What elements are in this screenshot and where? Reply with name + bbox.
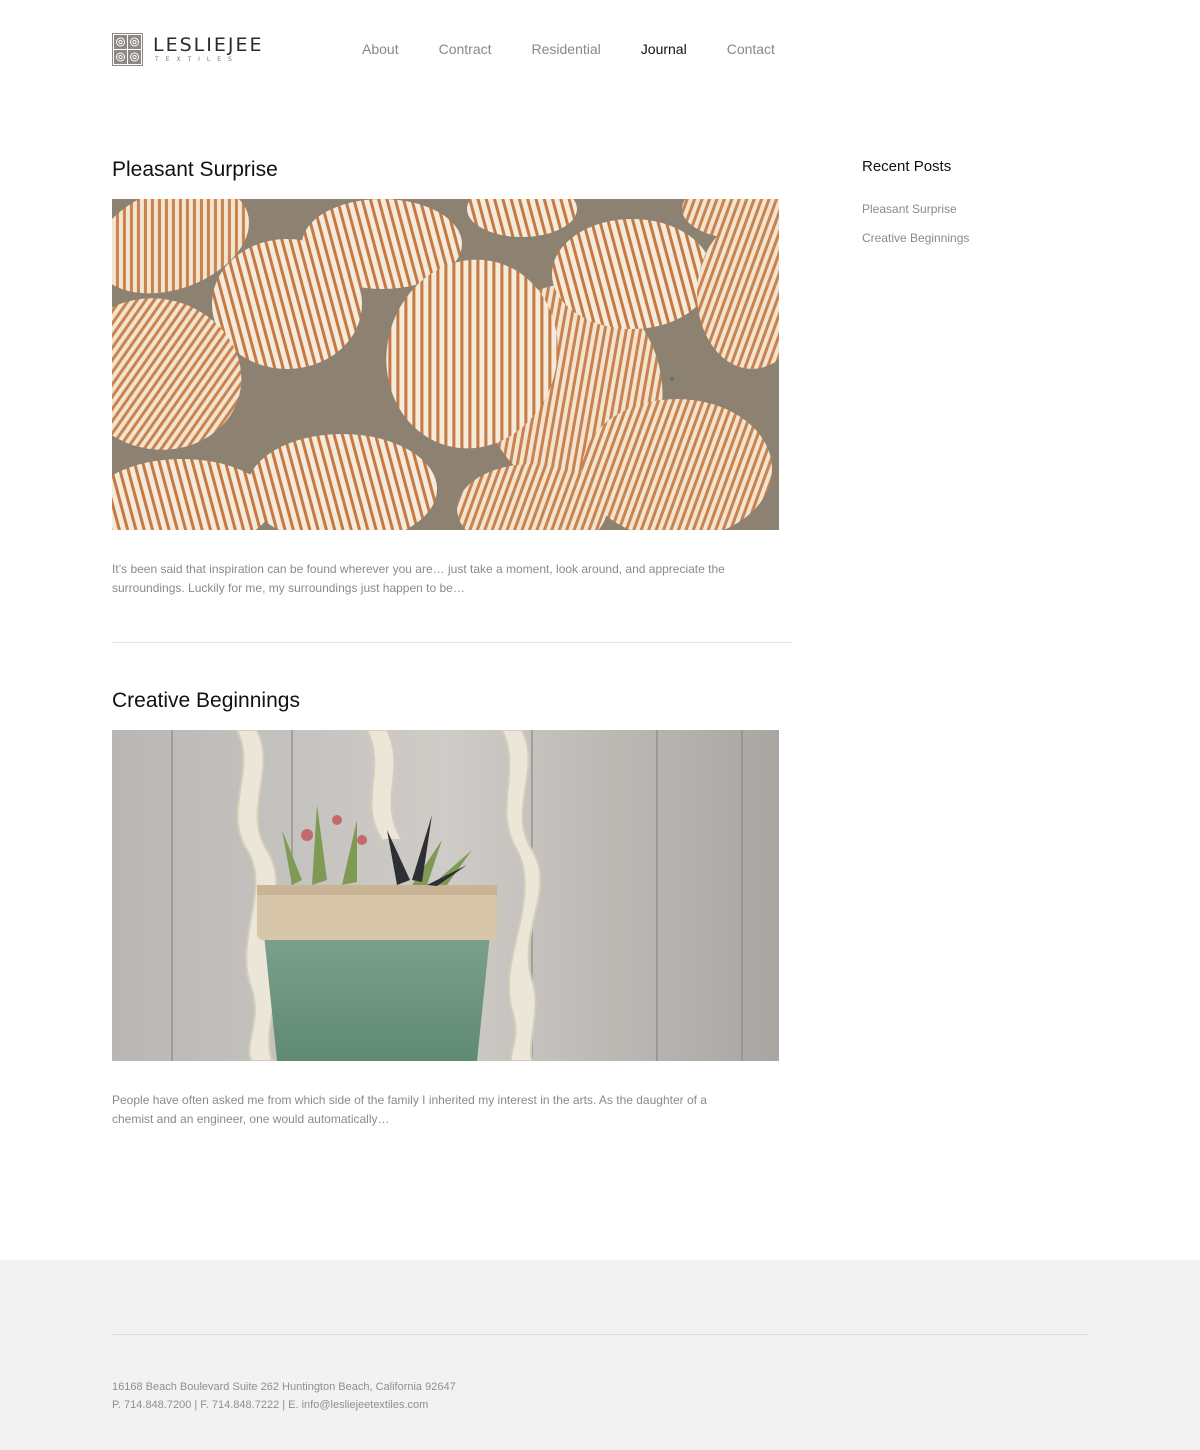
nav-item-contract[interactable]: Contract	[439, 40, 492, 58]
nav-item-contact[interactable]: Contact	[727, 40, 775, 58]
post-divider	[112, 642, 792, 643]
post-image-seashells[interactable]	[112, 199, 779, 530]
site-footer: 16168 Beach Boulevard Suite 262 Huntingt…	[0, 1260, 1200, 1450]
post-excerpt: People have often asked me from which si…	[112, 1091, 792, 1129]
footer-contact: P. 714.848.7200 | F. 714.848.7222 | E. i…	[112, 1399, 429, 1411]
logo-subtitle: TEXTILES	[155, 56, 239, 63]
post-excerpt-line: People have often asked me from which si…	[112, 1093, 707, 1107]
recent-post-link[interactable]: Pleasant Surprise	[862, 202, 957, 216]
post-title[interactable]: Creative Beginnings	[112, 688, 792, 714]
logo-name: LESLIEJEE	[153, 34, 264, 56]
footer-info: 16168 Beach Boulevard Suite 262 Huntingt…	[112, 1378, 456, 1414]
list-item: Creative Beginnings	[862, 228, 1092, 248]
nav-item-about[interactable]: About	[362, 40, 399, 58]
main-nav: About Contract Residential Journal Conta…	[362, 40, 815, 58]
footer-divider	[112, 1334, 1088, 1335]
post-image-macrame-plant[interactable]	[112, 730, 779, 1061]
post-entry: Pleasant Surprise It’s been said that in…	[112, 157, 792, 598]
recent-posts-heading: Recent Posts	[862, 158, 952, 175]
post-title[interactable]: Pleasant Surprise	[112, 157, 792, 183]
post-excerpt-line: chemist and an engineer, one would autom…	[112, 1112, 390, 1126]
sidebar: Recent Posts Pleasant Surprise Creative …	[862, 157, 1092, 257]
post-excerpt: It’s been said that inspiration can be f…	[112, 560, 792, 598]
page: LESLIEJEE TEXTILES About Contract Reside…	[0, 0, 1200, 1450]
recent-posts-list: Pleasant Surprise Creative Beginnings	[862, 199, 1092, 248]
post-entry: Creative Beginnings People have often as…	[112, 688, 792, 1129]
logo-link[interactable]: LESLIEJEE TEXTILES	[112, 33, 263, 66]
footer-address: 16168 Beach Boulevard Suite 262 Huntingt…	[112, 1381, 456, 1393]
post-excerpt-line: surroundings. Luckily for me, my surroun…	[112, 581, 465, 595]
nav-item-journal[interactable]: Journal	[641, 40, 687, 58]
site-header: LESLIEJEE TEXTILES About Contract Reside…	[0, 0, 1200, 96]
list-item: Pleasant Surprise	[862, 199, 1092, 219]
logo-icon	[112, 33, 143, 66]
post-excerpt-line: It’s been said that inspiration can be f…	[112, 562, 725, 576]
logo-wordmark: LESLIEJEE TEXTILES	[153, 35, 263, 64]
recent-post-link[interactable]: Creative Beginnings	[862, 231, 969, 245]
nav-item-residential[interactable]: Residential	[532, 40, 601, 58]
